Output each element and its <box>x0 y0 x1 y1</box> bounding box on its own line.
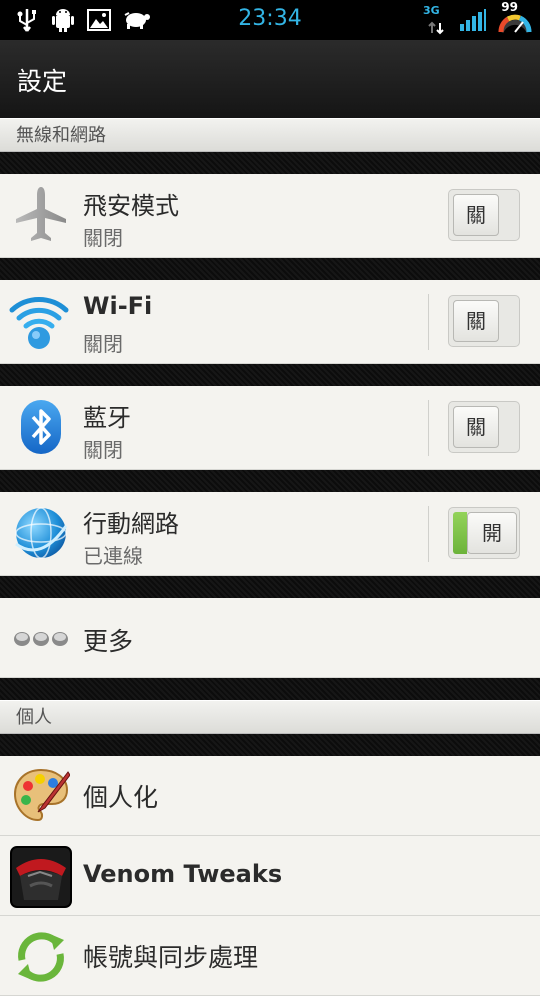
item-summary: 關閉 <box>83 226 123 250</box>
wifi-toggle[interactable]: 關 <box>448 295 520 347</box>
list-item-mobile-network[interactable]: 行動網路 已連線 開 <box>0 492 540 576</box>
item-summary: 關閉 <box>83 332 123 356</box>
item-title: 帳號與同步處理 <box>83 943 259 972</box>
bluetooth-toggle[interactable]: 關 <box>448 401 520 453</box>
palette-icon <box>12 766 70 824</box>
status-bar: 23:34 3G 99 <box>0 0 540 40</box>
data-activity-icon <box>425 14 447 42</box>
settings-list[interactable]: 無線和網路 飛安模式 關閉 關 Wi-Fi 關閉 關 藍牙 關閉 關 行動網路 … <box>0 118 540 996</box>
item-summary: 關閉 <box>83 438 123 462</box>
list-item-more[interactable]: 更多 <box>0 598 540 678</box>
list-item-venom-tweaks[interactable]: Venom Tweaks <box>0 836 540 916</box>
airplane-mode-toggle[interactable]: 關 <box>448 189 520 241</box>
item-gap <box>0 258 540 280</box>
airplane-icon <box>12 186 70 244</box>
item-summary: 已連線 <box>83 544 143 568</box>
item-title: 更多 <box>83 627 134 656</box>
list-item-personalize[interactable]: 個人化 <box>0 756 540 836</box>
list-item-wifi[interactable]: Wi-Fi 關閉 關 <box>0 280 540 364</box>
item-title: 飛安模式 <box>83 192 179 220</box>
battery-icon <box>498 4 532 34</box>
list-item-bluetooth[interactable]: 藍牙 關閉 關 <box>0 386 540 470</box>
item-title: Venom Tweaks <box>83 860 283 888</box>
globe-network-icon <box>12 504 70 562</box>
section-gap <box>0 152 540 174</box>
toggle-label: 關 <box>453 406 499 448</box>
section-header-personal: 個人 <box>0 700 540 734</box>
more-dots-icon <box>12 610 70 668</box>
wifi-icon <box>8 292 70 350</box>
item-title: 個人化 <box>83 783 159 812</box>
sync-icon <box>12 928 70 986</box>
bluetooth-icon <box>12 398 70 456</box>
divider <box>428 506 429 562</box>
list-item-accounts-sync[interactable]: 帳號與同步處理 <box>0 916 540 996</box>
toggle-on-indicator <box>453 512 467 554</box>
toggle-label: 關 <box>453 194 499 236</box>
toggle-label: 關 <box>453 300 499 342</box>
item-title: Wi-Fi <box>83 292 153 320</box>
page-title: 設定 <box>17 67 68 96</box>
action-bar: 設定 <box>0 40 540 119</box>
section-header-wireless: 無線和網路 <box>0 118 540 152</box>
item-gap <box>0 576 540 598</box>
mobile-network-toggle[interactable]: 開 <box>448 507 520 559</box>
venom-app-icon <box>10 846 72 908</box>
item-gap <box>0 678 540 700</box>
item-title: 行動網路 <box>83 510 179 538</box>
item-gap <box>0 470 540 492</box>
toggle-label: 開 <box>467 512 517 554</box>
section-gap <box>0 734 540 756</box>
list-item-airplane-mode[interactable]: 飛安模式 關閉 關 <box>0 174 540 258</box>
divider <box>428 400 429 456</box>
divider <box>428 294 429 350</box>
signal-icon <box>458 6 488 34</box>
item-gap <box>0 364 540 386</box>
item-title: 藍牙 <box>83 404 131 432</box>
